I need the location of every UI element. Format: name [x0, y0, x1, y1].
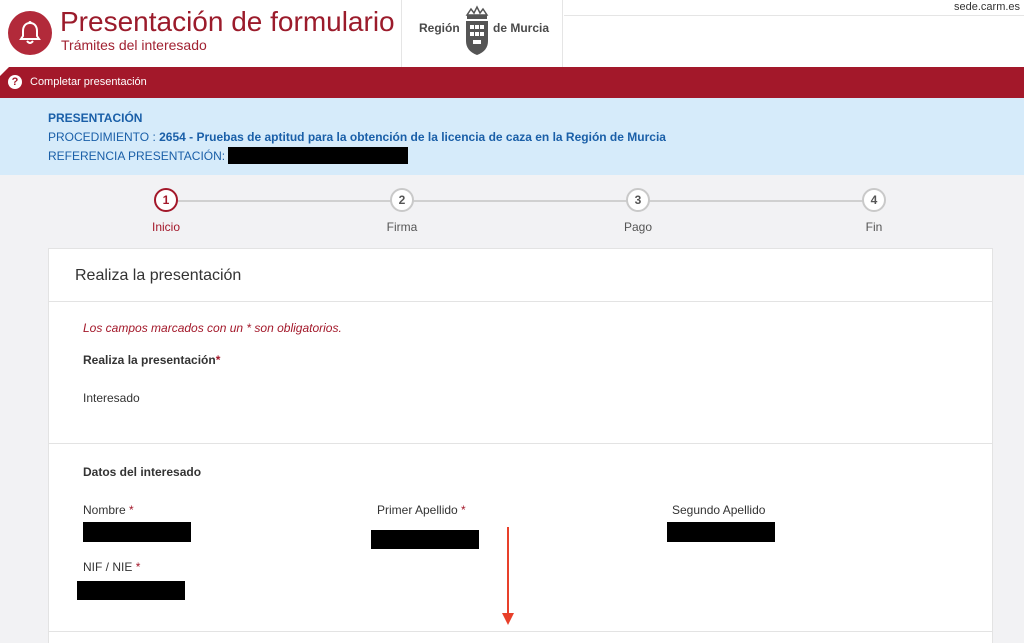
action-bar: ? Completar presentación: [0, 67, 1024, 98]
region-logo[interactable]: Región de Murcia: [401, 0, 563, 67]
app-logo: [8, 11, 52, 55]
step-4-label: Fin: [865, 220, 883, 234]
primer-apellido-label: Primer Apellido *: [377, 503, 466, 517]
bell-icon: [19, 21, 41, 44]
step-3-circle: 3: [626, 188, 650, 212]
nif-value-redacted[interactable]: [77, 581, 185, 600]
nombre-label: Nombre *: [83, 503, 134, 517]
step-3-label: Pago: [623, 220, 653, 234]
region-logo-left: Región: [419, 21, 460, 35]
required-fields-note: Los campos marcados con un * son obligat…: [83, 321, 342, 335]
section-divider: [49, 443, 992, 444]
presentation-field-label: Realiza la presentación*: [83, 353, 221, 367]
step-1-circle: 1: [154, 188, 178, 212]
presentation-heading: PRESENTACIÓN: [48, 111, 143, 125]
presentation-form-card: Realiza la presentación Los campos marca…: [48, 248, 993, 643]
nombre-value-redacted[interactable]: [83, 522, 191, 542]
card-header-divider: [49, 301, 992, 302]
top-header: Presentación de formulario Trámites del …: [0, 0, 1024, 67]
stepper-track: [166, 200, 874, 202]
step-1-label: Inicio: [151, 220, 180, 234]
procedure-label: PROCEDIMIENTO :: [48, 130, 160, 144]
complete-presentation-link[interactable]: Completar presentación: [30, 76, 147, 88]
segundo-apellido-value-redacted[interactable]: [667, 522, 775, 542]
nif-label: NIF / NIE *: [83, 560, 141, 574]
presentation-info: PRESENTACIÓN PROCEDIMIENTO : 2654 - Prue…: [0, 98, 1024, 175]
required-marker: *: [215, 353, 221, 367]
section-title: Datos del interesado: [83, 465, 202, 479]
step-2-label: Firma: [386, 220, 418, 234]
step-4-circle: 4: [862, 188, 886, 212]
app-subtitle: Trámites del interesado: [61, 37, 207, 53]
coat-of-arms-icon: [465, 5, 489, 55]
help-icon[interactable]: ?: [8, 75, 22, 89]
reference-label: REFERENCIA PRESENTACIÓN:: [48, 149, 226, 163]
segundo-apellido-label: Segundo Apellido: [672, 503, 766, 517]
procedure-line: PROCEDIMIENTO : 2654 - Pruebas de aptitu…: [48, 130, 666, 144]
bottom-divider: [49, 631, 992, 632]
primer-apellido-value-redacted[interactable]: [371, 530, 479, 549]
app-title: Presentación de formulario: [60, 6, 395, 37]
card-title: Realiza la presentación: [75, 267, 242, 284]
bar-notch: [0, 67, 9, 76]
arrow-down-icon: [502, 527, 514, 625]
site-url[interactable]: sede.carm.es: [954, 1, 1020, 13]
reference-value-redacted: [228, 147, 408, 164]
presentation-value[interactable]: Interesado: [83, 391, 140, 405]
header-divider: [564, 15, 1024, 16]
procedure-value: 2654 - Pruebas de aptitud para la obtenc…: [159, 130, 666, 144]
step-2-circle: 2: [390, 188, 414, 212]
region-logo-right: de Murcia: [493, 21, 550, 35]
